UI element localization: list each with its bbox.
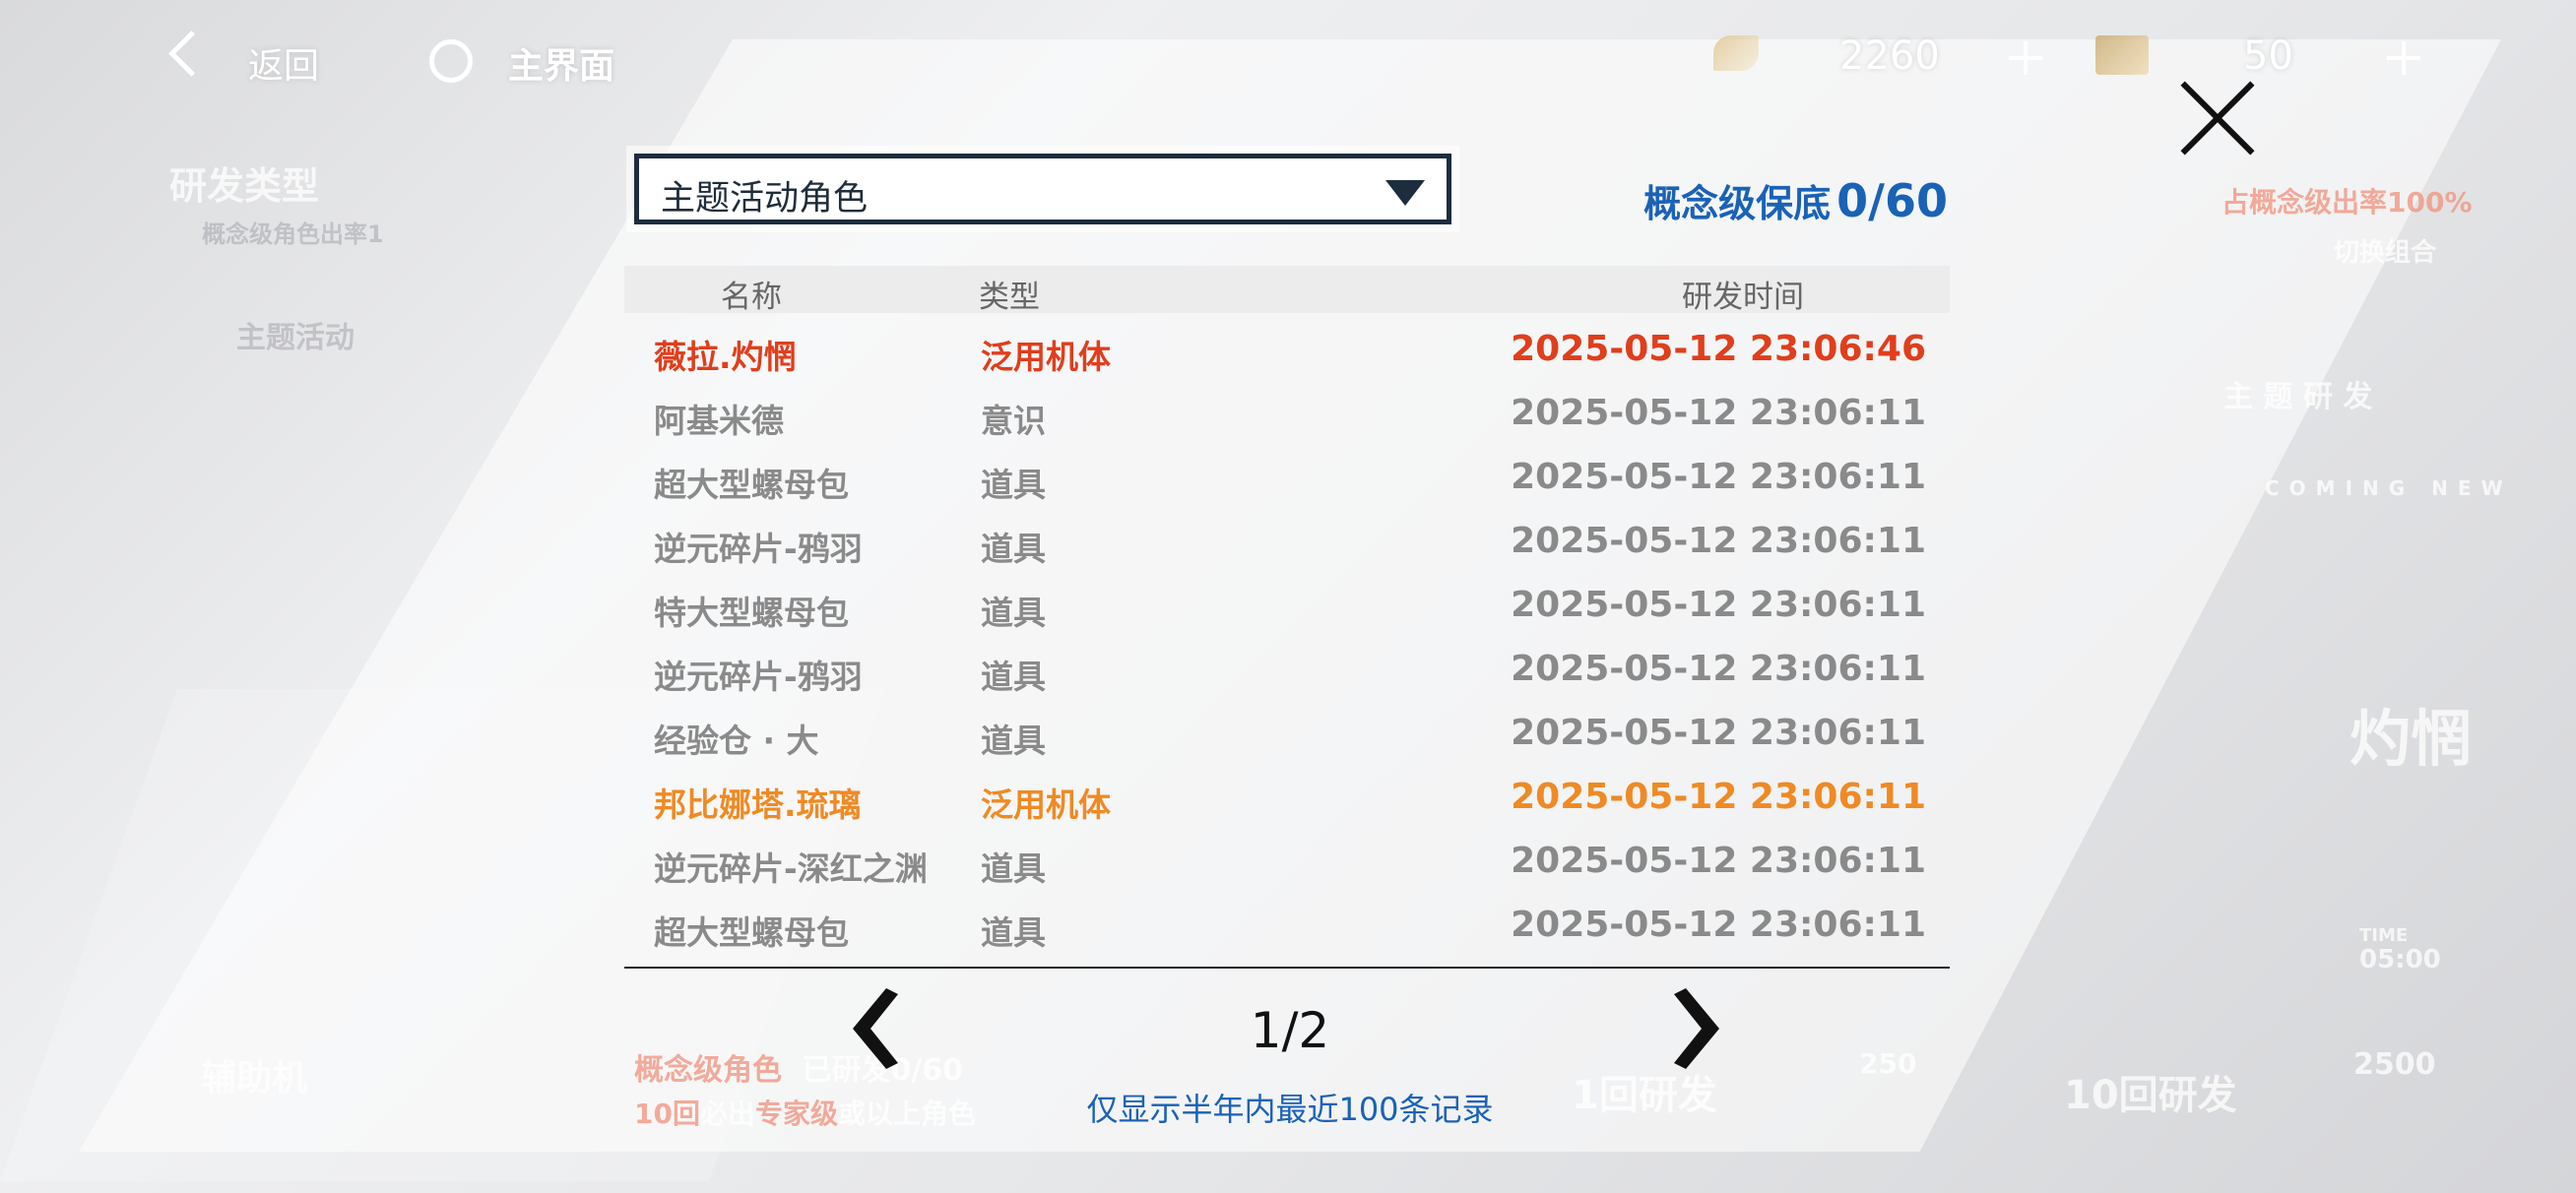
row-type: 道具 <box>981 594 1046 632</box>
rate-up-label: 占概念级出率100% <box>2222 186 2473 219</box>
back-button[interactable]: 返回 <box>248 37 319 89</box>
row-name: 邦比娜塔.琉璃 <box>654 785 862 824</box>
triangle-down-icon <box>1385 180 1425 206</box>
currency-quill-icon <box>1713 35 1759 71</box>
row-type: 道具 <box>981 466 1046 504</box>
row-type: 道具 <box>981 913 1046 952</box>
column-header-type: 类型 <box>979 280 1040 315</box>
pity-value: 0/60 <box>1836 174 1948 227</box>
add-currency2-icon[interactable] <box>2387 41 2420 75</box>
column-header-time: 研发时间 <box>1682 280 1804 315</box>
row-name: 特大型螺母包 <box>654 594 849 632</box>
row-type: 泛用机体 <box>981 785 1111 824</box>
pity-label: 概念级保底 <box>1643 182 1832 225</box>
table-row: 邦比娜塔.琉璃 泛用机体 2025-05-12 23:06:11 <box>624 767 1950 831</box>
row-name: 超大型螺母包 <box>654 466 849 504</box>
row-type: 泛用机体 <box>981 338 1111 376</box>
table-row: 超大型螺母包 道具 2025-05-12 23:06:11 <box>624 895 1950 959</box>
close-icon[interactable] <box>2178 79 2257 157</box>
currency2-value: 50 <box>2243 33 2293 79</box>
table-row: 逆元碎片-深红之渊 道具 2025-05-12 23:06:11 <box>624 831 1950 895</box>
time-label: TIME <box>2359 925 2409 946</box>
dev-history-modal: 主题活动角色 概念级保底 0/60 名称 类型 研发时间 薇拉.灼惘 泛用机体 202… <box>611 138 1969 1132</box>
pool-filter-value: 主题活动角色 <box>661 179 869 219</box>
row-time: 2025-05-12 23:06:11 <box>1511 521 1926 561</box>
row-time: 2025-05-12 23:06:11 <box>1511 649 1926 689</box>
row-time: 2025-05-12 23:06:11 <box>1511 393 1926 433</box>
row-type: 道具 <box>981 849 1046 888</box>
row-type: 意识 <box>981 402 1046 440</box>
row-type: 道具 <box>981 530 1046 568</box>
time-value: 05:00 <box>2359 945 2441 974</box>
currency-ticket-icon <box>2095 35 2149 75</box>
chevron-right-icon <box>1674 988 1719 1069</box>
row-time: 2025-05-12 23:06:11 <box>1511 777 1926 817</box>
back-arrow-icon[interactable] <box>168 31 215 77</box>
row-name: 逆元碎片-深红之渊 <box>654 849 928 888</box>
table-row: 逆元碎片-鸦羽 道具 2025-05-12 23:06:11 <box>624 639 1950 703</box>
table-row: 特大型螺母包 道具 2025-05-12 23:06:11 <box>624 575 1950 639</box>
row-type: 道具 <box>981 722 1046 760</box>
character-name: 灼惘 <box>2350 703 2473 775</box>
home-circle-icon[interactable] <box>429 39 473 83</box>
row-name: 逆元碎片-鸦羽 <box>654 530 863 568</box>
table-row: 阿基米德 意识 2025-05-12 23:06:11 <box>624 383 1950 447</box>
home-button[interactable]: 主界面 <box>508 37 614 89</box>
record-limit-note: 仅显示半年内最近100条记录 <box>1086 1091 1494 1128</box>
table-bottom-divider <box>624 967 1950 969</box>
row-name: 超大型螺母包 <box>654 913 849 952</box>
table-row: 逆元碎片-鸦羽 道具 2025-05-12 23:06:11 <box>624 511 1950 575</box>
column-header-name: 名称 <box>721 280 782 315</box>
pool-filter-dropdown[interactable]: 主题活动角色 <box>634 154 1451 224</box>
table-header: 名称 类型 研发时间 <box>624 266 1950 315</box>
ten-dev-button[interactable]: 10回研发 <box>2064 1063 2237 1120</box>
theme-dev-label: 主 题 研 发 <box>2223 380 2373 414</box>
table-row: 超大型螺母包 道具 2025-05-12 23:06:11 <box>624 447 1950 511</box>
page-indicator: 1/2 <box>1250 1002 1330 1059</box>
dev-type-label: 研发类型 <box>169 164 320 208</box>
aux-label: 辅助机 <box>201 1058 308 1099</box>
currency1-value: 2260 <box>1839 33 1940 79</box>
pool-item-current[interactable]: 主题活动 <box>236 313 354 356</box>
dev-type-subtext: 概念级角色出率1 <box>202 220 384 248</box>
row-time: 2025-05-12 23:06:11 <box>1511 457 1926 497</box>
add-currency1-icon[interactable] <box>2009 41 2042 75</box>
row-time: 2025-05-12 23:06:46 <box>1511 329 1926 369</box>
row-name: 逆元碎片-鸦羽 <box>654 658 863 696</box>
row-time: 2025-05-12 23:06:11 <box>1511 905 1926 945</box>
row-name: 经验仓 · 大 <box>654 722 819 760</box>
row-time: 2025-05-12 23:06:11 <box>1511 841 1926 881</box>
table-row: 经验仓 · 大 道具 2025-05-12 23:06:11 <box>624 703 1950 767</box>
ten-dev-cost: 2500 <box>2353 1047 2436 1082</box>
next-page-button[interactable] <box>1670 986 1725 1071</box>
coming-new-label: COMING NEW <box>2265 476 2513 500</box>
switch-combo-button[interactable]: 切换组合 <box>2334 232 2436 269</box>
pity-counter: 概念级保底 0/60 <box>1643 173 1948 227</box>
row-time: 2025-05-12 23:06:11 <box>1511 713 1926 753</box>
row-type: 道具 <box>981 658 1046 696</box>
row-time: 2025-05-12 23:06:11 <box>1511 585 1926 625</box>
row-name: 阿基米德 <box>654 402 784 440</box>
table-row: 薇拉.灼惘 泛用机体 2025-05-12 23:06:46 <box>624 319 1950 383</box>
row-name: 薇拉.灼惘 <box>654 338 797 376</box>
